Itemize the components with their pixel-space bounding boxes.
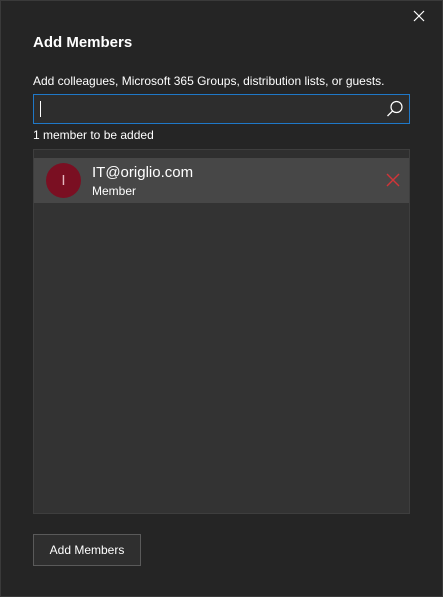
avatar: I [46,163,81,198]
search-button[interactable] [385,99,405,119]
member-role: Member [92,184,137,198]
add-members-button[interactable]: Add Members [33,534,141,566]
list-item[interactable]: I IT@origlio.com Member [34,158,409,203]
list-top-spacer [34,150,409,158]
search-input[interactable] [34,95,379,123]
add-members-dialog: Add Members Add colleagues, Microsoft 36… [0,0,443,597]
member-email: IT@origlio.com [92,164,194,181]
close-icon [386,173,400,187]
search-box [33,94,410,124]
member-list: I IT@origlio.com Member [33,149,410,514]
instructions-text: Add colleagues, Microsoft 365 Groups, di… [33,74,385,88]
member-count-text: 1 member to be added [33,128,154,142]
text-caret [40,101,41,117]
close-button[interactable] [410,7,428,25]
search-icon [387,100,403,117]
dialog-title: Add Members [33,34,133,51]
close-icon [413,10,425,22]
remove-member-button[interactable] [385,172,401,188]
